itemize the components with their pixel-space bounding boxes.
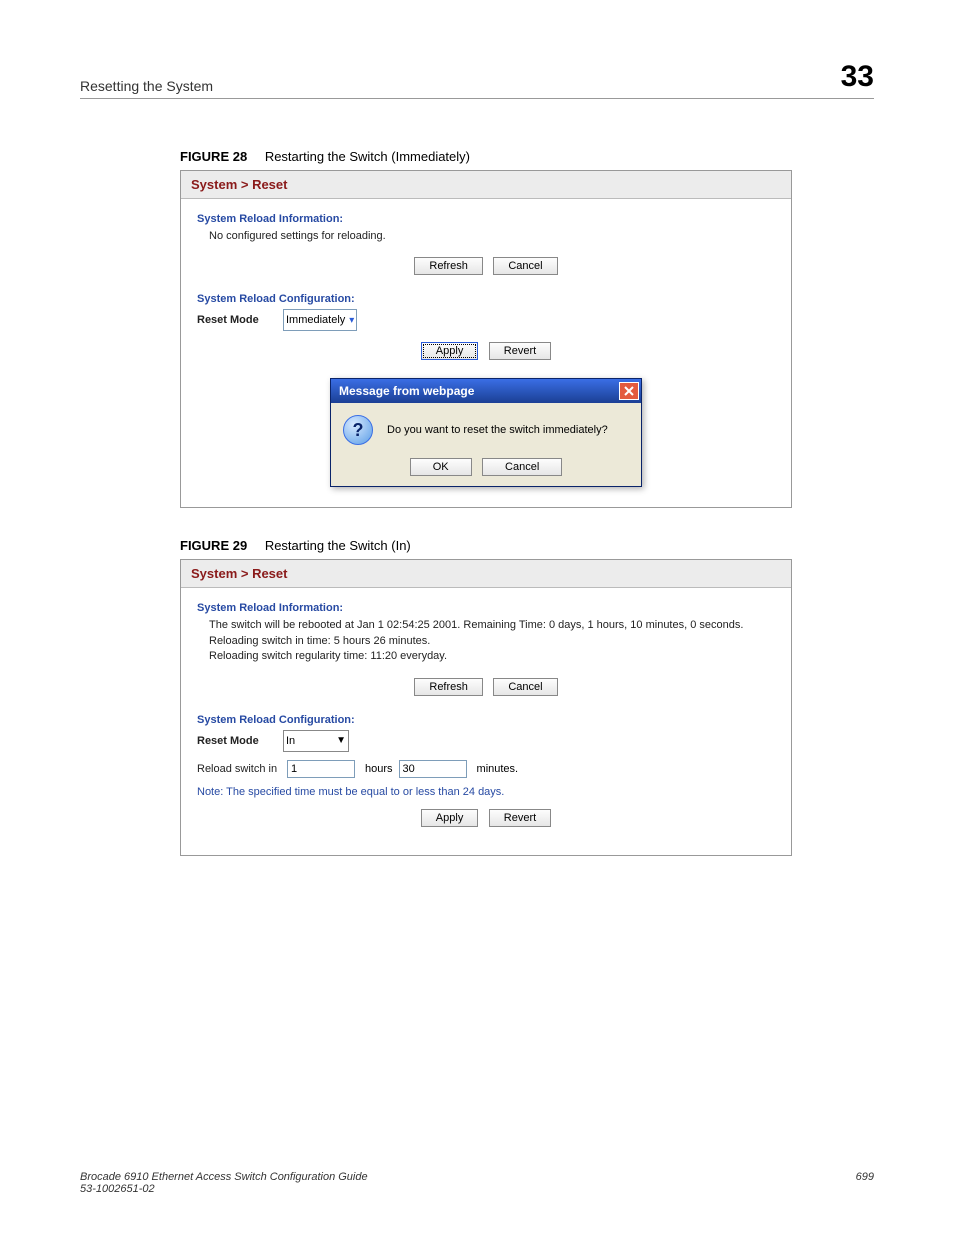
reset-mode-label-29: Reset Mode (197, 735, 283, 747)
figure29-text: Restarting the Switch (In) (265, 538, 411, 553)
info-line2: Reloading switch in time: 5 hours 26 min… (209, 634, 775, 649)
figure28-label: FIGURE 28 (180, 149, 247, 164)
chapter-number: 33 (841, 60, 874, 94)
panel29-title: System > Reset (181, 560, 791, 588)
dialog-titlebar: Message from webpage (331, 379, 641, 403)
question-icon: ? (343, 415, 373, 445)
cancel-button[interactable]: Cancel (493, 257, 557, 275)
figure28-caption: FIGURE 28 Restarting the Switch (Immedia… (180, 149, 874, 164)
reload-config-heading: System Reload Configuration: (197, 293, 775, 305)
panel28-title: System > Reset (181, 171, 791, 199)
apply-button[interactable]: Apply (421, 342, 479, 360)
reload-info-heading: System Reload Information: (197, 213, 775, 225)
page-number: 699 (856, 1171, 874, 1195)
close-button[interactable] (619, 382, 639, 400)
reset-mode-value-29: In (286, 735, 295, 747)
reload-info-text: No configured settings for reloading. (209, 229, 775, 244)
reload-info-text-29: The switch will be rebooted at Jan 1 02:… (209, 618, 775, 664)
figure28-panel: System > Reset System Reload Information… (180, 170, 792, 508)
reset-mode-select[interactable]: Immediately ▾ (283, 309, 357, 331)
revert-button-29[interactable]: Revert (489, 809, 551, 827)
reset-mode-select-29[interactable]: In ▼ (283, 730, 349, 752)
reload-info-heading-29: System Reload Information: (197, 602, 775, 614)
dialog-cancel-button[interactable]: Cancel (482, 458, 562, 476)
dialog-message: Do you want to reset the switch immediat… (387, 424, 608, 436)
revert-button[interactable]: Revert (489, 342, 551, 360)
figure29-panel: System > Reset System Reload Information… (180, 559, 792, 855)
reset-mode-label: Reset Mode (197, 314, 283, 326)
hours-label: hours (365, 763, 393, 775)
info-line1: The switch will be rebooted at Jan 1 02:… (209, 618, 775, 633)
close-icon (624, 386, 634, 396)
figure29-label: FIGURE 29 (180, 538, 247, 553)
footer-doc-id: 53-1002651-02 (80, 1183, 368, 1195)
time-note: Note: The specified time must be equal t… (197, 786, 775, 798)
reload-config-heading-29: System Reload Configuration: (197, 714, 775, 726)
confirm-dialog: Message from webpage ? Do you want to re… (330, 378, 642, 487)
apply-button-29[interactable]: Apply (421, 809, 479, 827)
figure28-text: Restarting the Switch (Immediately) (265, 149, 470, 164)
dialog-title-text: Message from webpage (339, 384, 474, 398)
footer-doc-title: Brocade 6910 Ethernet Access Switch Conf… (80, 1171, 368, 1183)
minutes-label: minutes. (477, 763, 519, 775)
section-title: Resetting the System (80, 78, 213, 94)
hours-input[interactable] (287, 760, 355, 778)
chevron-down-icon: ▾ (349, 315, 354, 326)
reload-switch-in-label: Reload switch in (197, 763, 283, 775)
info-line3: Reloading switch regularity time: 11:20 … (209, 649, 775, 664)
refresh-button[interactable]: Refresh (414, 257, 483, 275)
refresh-button-29[interactable]: Refresh (414, 678, 483, 696)
dialog-ok-button[interactable]: OK (410, 458, 472, 476)
running-header: Resetting the System 33 (80, 60, 874, 99)
reset-mode-value: Immediately (286, 314, 345, 326)
cancel-button-29[interactable]: Cancel (493, 678, 557, 696)
figure29-caption: FIGURE 29 Restarting the Switch (In) (180, 538, 874, 553)
chevron-down-icon: ▼ (336, 735, 346, 746)
page-footer: Brocade 6910 Ethernet Access Switch Conf… (80, 1171, 874, 1195)
minutes-input[interactable] (399, 760, 467, 778)
